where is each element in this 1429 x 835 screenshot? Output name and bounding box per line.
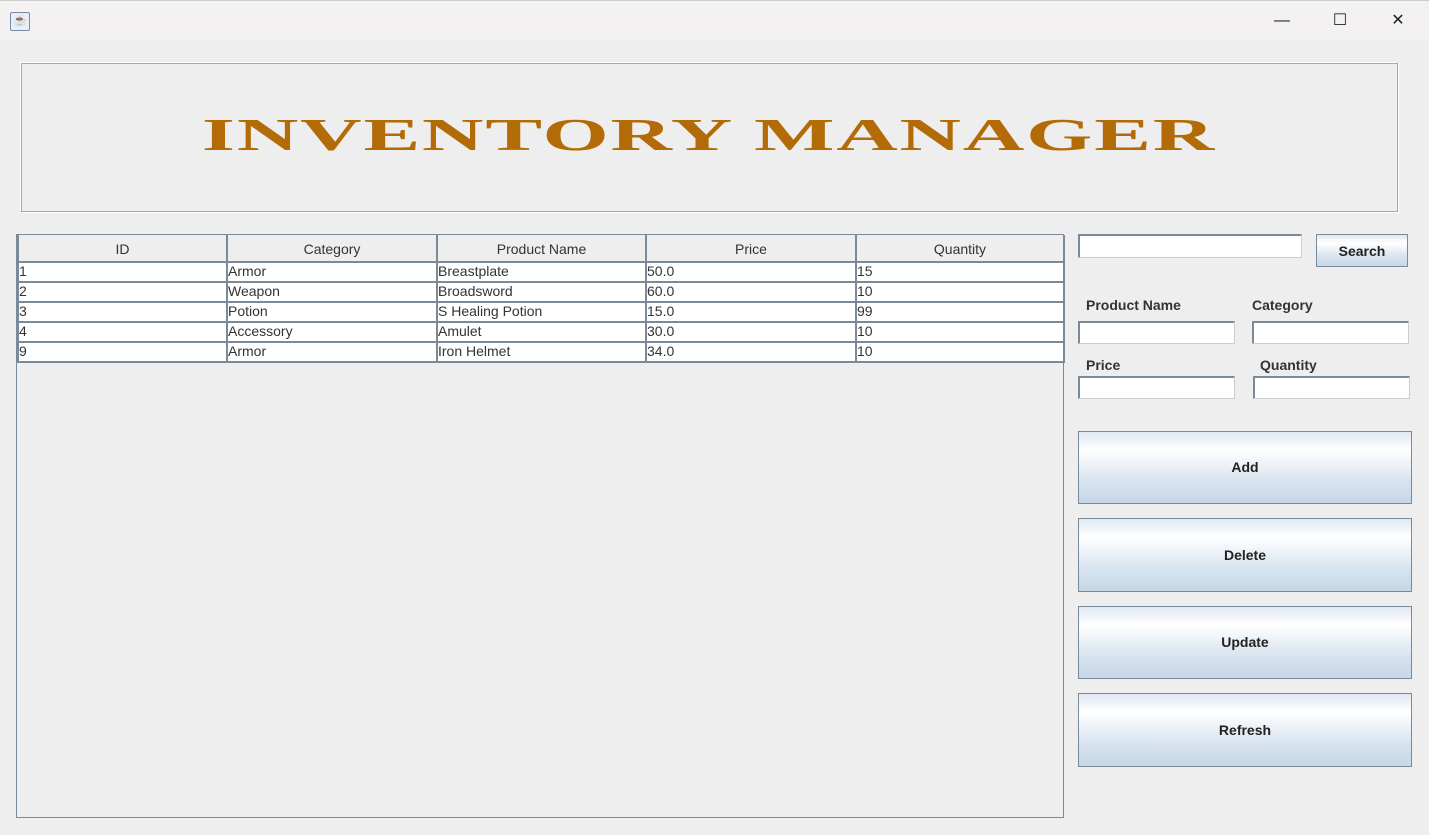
table-row[interactable]: 1 Armor Breastplate 50.0 15	[17, 261, 1065, 283]
cell-quantity[interactable]: 99	[855, 301, 1065, 323]
refresh-button[interactable]: Refresh	[1078, 693, 1412, 767]
cell-product-name[interactable]: Breastplate	[436, 261, 647, 283]
price-label: Price	[1086, 357, 1121, 373]
quantity-label: Quantity	[1260, 357, 1317, 373]
inventory-table-scrollpane[interactable]: ID Category Product Name Price Quantity …	[16, 234, 1065, 818]
cell-product-name[interactable]: S Healing Potion	[436, 301, 647, 323]
cell-category[interactable]: Potion	[226, 301, 438, 323]
column-header-id[interactable]: ID	[17, 235, 228, 263]
update-button[interactable]: Update	[1078, 606, 1412, 679]
add-button[interactable]: Add	[1078, 431, 1412, 504]
cell-id[interactable]: 3	[17, 301, 228, 323]
cell-price[interactable]: 15.0	[645, 301, 857, 323]
category-label: Category	[1252, 297, 1313, 313]
column-header-category[interactable]: Category	[226, 235, 438, 263]
cell-id[interactable]: 9	[17, 341, 228, 363]
cell-id[interactable]: 2	[17, 281, 228, 303]
cell-id[interactable]: 1	[17, 261, 228, 283]
cell-quantity[interactable]: 15	[855, 261, 1065, 283]
cell-price[interactable]: 34.0	[645, 341, 857, 363]
price-input[interactable]	[1078, 376, 1235, 399]
java-app-icon: ☕	[10, 12, 30, 31]
cell-product-name[interactable]: Amulet	[436, 321, 647, 343]
banner-panel: INVENTORY MANAGER	[20, 62, 1398, 212]
app-title: INVENTORY MANAGER	[201, 109, 1217, 160]
cell-product-name[interactable]: Broadsword	[436, 281, 647, 303]
search-input[interactable]	[1078, 234, 1302, 258]
table-row[interactable]: 4 Accessory Amulet 30.0 10	[17, 321, 1065, 343]
cell-quantity[interactable]: 10	[855, 341, 1065, 363]
column-header-quantity[interactable]: Quantity	[855, 235, 1065, 263]
category-input[interactable]	[1252, 321, 1409, 344]
cell-price[interactable]: 50.0	[645, 261, 857, 283]
minimize-button[interactable]: —	[1253, 1, 1311, 41]
table-row[interactable]: 9 Armor Iron Helmet 34.0 10	[17, 341, 1065, 363]
product-name-label: Product Name	[1086, 297, 1181, 313]
cell-quantity[interactable]: 10	[855, 321, 1065, 343]
cell-price[interactable]: 30.0	[645, 321, 857, 343]
quantity-input[interactable]	[1253, 376, 1410, 399]
column-header-price[interactable]: Price	[645, 235, 857, 263]
table-row[interactable]: 2 Weapon Broadsword 60.0 10	[17, 281, 1065, 303]
column-header-product-name[interactable]: Product Name	[436, 235, 647, 263]
table-row[interactable]: 3 Potion S Healing Potion 15.0 99	[17, 301, 1065, 323]
cell-product-name[interactable]: Iron Helmet	[436, 341, 647, 363]
inventory-table: ID Category Product Name Price Quantity …	[17, 235, 1065, 363]
cell-category[interactable]: Armor	[226, 341, 438, 363]
product-name-input[interactable]	[1078, 321, 1235, 344]
cell-category[interactable]: Accessory	[226, 321, 438, 343]
delete-button[interactable]: Delete	[1078, 518, 1412, 592]
cell-category[interactable]: Armor	[226, 261, 438, 283]
cell-quantity[interactable]: 10	[855, 281, 1065, 303]
cell-category[interactable]: Weapon	[226, 281, 438, 303]
maximize-button[interactable]: ☐	[1311, 1, 1369, 41]
search-button[interactable]: Search	[1316, 234, 1408, 267]
cell-price[interactable]: 60.0	[645, 281, 857, 303]
window-title-bar: ☕ — ☐ ✕	[0, 0, 1429, 40]
cell-id[interactable]: 4	[17, 321, 228, 343]
close-button[interactable]: ✕	[1369, 1, 1427, 41]
